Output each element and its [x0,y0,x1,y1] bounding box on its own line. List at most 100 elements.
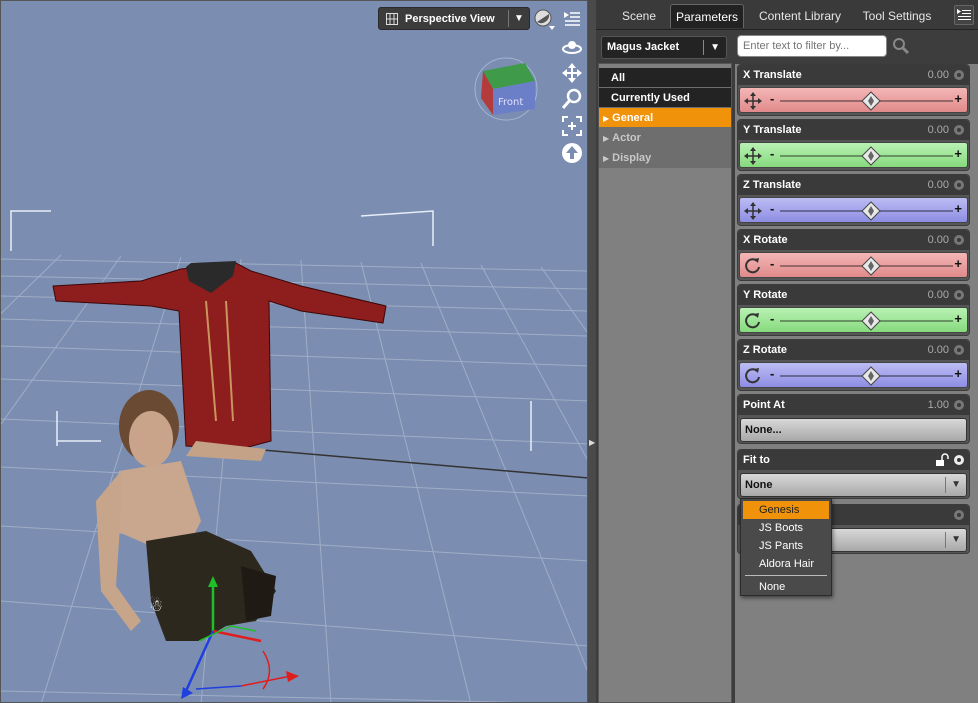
menu-item-js-pants[interactable]: JS Pants [741,537,831,555]
property-slider[interactable]: - + [739,307,968,333]
tab-content-library[interactable]: Content Library [752,4,848,28]
property-slider[interactable]: - + [739,252,968,278]
property-label: X Rotate [743,234,788,246]
menu-item-js-boots[interactable]: JS Boots [741,519,831,537]
property-value[interactable]: 0.00 [928,230,949,250]
expand-arrow-icon: ▶ [603,114,610,123]
increment-button[interactable]: + [954,91,962,106]
rotate-icon [743,311,763,331]
property-value[interactable]: 0.00 [928,285,949,305]
decrement-button[interactable]: - [770,201,774,216]
viewport-3d[interactable]: ☃ Perspective View ▼ Front [0,0,588,703]
gear-icon[interactable] [952,68,966,82]
rotate-icon [743,366,763,386]
gear-icon[interactable] [952,453,966,467]
point-at-button[interactable]: None... [740,418,967,442]
slider-thumb[interactable] [861,256,881,276]
decrement-button[interactable]: - [770,146,774,161]
expand-arrow-icon: ▶ [603,154,610,163]
property-slider[interactable]: - + [739,87,968,113]
gear-icon[interactable] [952,398,966,412]
gear-icon[interactable] [952,508,966,522]
reset-view-icon[interactable] [560,141,584,165]
viewport-menu-icon[interactable] [560,7,584,31]
property-column: X Translate0.00-+Y Translate0.00-+Z Tran… [732,30,978,703]
property-x-rotate: X Rotate 0.00- + [737,229,970,281]
category-item-general[interactable]: ▶ General [599,108,731,128]
property-header: X Rotate 0.00 [738,230,969,250]
property-value[interactable]: 0.00 [928,65,949,85]
shading-sphere-icon[interactable] [532,7,556,31]
increment-button[interactable]: + [954,256,962,271]
slider-thumb[interactable] [861,201,881,221]
property-header: Point At 1.00 [738,395,969,415]
property-y-rotate: Y Rotate 0.00- + [737,284,970,336]
property-slider[interactable]: - + [739,142,968,168]
property-header: Z Translate 0.00 [738,175,969,195]
category-item-display[interactable]: ▶ Display [599,148,731,168]
property-y-translate: Y Translate 0.00- + [737,119,970,171]
view-selector[interactable]: Perspective View ▼ [378,7,530,30]
gear-icon[interactable] [952,233,966,247]
tab-scene[interactable]: Scene [614,4,664,28]
slider-thumb[interactable] [861,366,881,386]
expand-arrow-icon: ▶ [603,134,610,143]
category-item-all[interactable]: All [599,68,731,88]
tab-tool-settings[interactable]: Tool Settings [854,4,940,28]
menu-item-genesis[interactable]: Genesis [743,501,829,519]
increment-button[interactable]: + [954,201,962,216]
decrement-button[interactable]: - [770,366,774,381]
category-item-currently-used[interactable]: Currently Used [599,88,731,108]
property-value[interactable]: 0.00 [928,340,949,360]
property-value[interactable]: 0.00 [928,120,949,140]
fit-to-select[interactable]: None ▼ [740,473,967,497]
property-point-at: Point At 1.00 None... [737,394,970,444]
pane-menu-icon[interactable] [954,5,974,25]
frame-icon[interactable] [560,114,584,138]
zoom-icon[interactable] [560,87,584,111]
fit-to-dropdown-menu: Genesis JS Boots JS Pants Aldora Hair No… [740,498,832,596]
category-item-actor[interactable]: ▶ Actor [599,128,731,148]
slider-thumb[interactable] [861,146,881,166]
filter-input[interactable] [737,35,887,57]
slider-thumb[interactable] [861,91,881,111]
property-label: X Translate [743,69,802,81]
property-list[interactable]: X Translate 0.00- + Y Translate 0.00- + Z Tran… [735,64,978,703]
splitter-arrow-icon: ▶ [589,438,596,447]
gear-icon[interactable] [952,288,966,302]
view-cube[interactable]: Front [473,53,543,123]
property-label: Y Rotate [743,289,788,301]
property-label: Z Translate [743,179,802,191]
property-label: Fit to [743,454,770,466]
property-value: 1.00 [927,399,949,411]
menu-item-none[interactable]: None [741,578,831,596]
node-selector[interactable]: Magus Jacket ▼ [601,36,727,59]
property-label: Y Translate [743,124,802,136]
increment-button[interactable]: + [954,146,962,161]
property-value[interactable]: 0.00 [928,175,949,195]
property-slider[interactable]: - + [739,362,968,388]
decrement-button[interactable]: - [770,91,774,106]
view-selector-label: Perspective View [405,12,495,25]
slider-thumb[interactable] [861,311,881,331]
gear-icon[interactable] [952,343,966,357]
increment-button[interactable]: + [954,366,962,381]
unlock-icon[interactable] [935,453,949,467]
tab-parameters[interactable]: Parameters [670,4,744,28]
gear-icon[interactable] [952,123,966,137]
pan-icon[interactable] [560,61,584,85]
chevron-down-icon: ▼ [951,534,961,545]
decrement-button[interactable]: - [770,256,774,271]
search-icon[interactable] [892,37,912,57]
increment-button[interactable]: + [954,311,962,326]
svg-text:☃: ☃ [149,596,163,615]
chevron-down-icon: ▼ [951,479,961,490]
menu-item-aldora-hair[interactable]: Aldora Hair [741,555,831,573]
gear-icon[interactable] [952,178,966,192]
orbit-icon[interactable] [560,35,584,59]
view-cube-face: Front [498,97,523,108]
decrement-button[interactable]: - [770,311,774,326]
property-slider[interactable]: - + [739,197,968,223]
pane-splitter[interactable]: ▶ [588,0,596,703]
property-header: Z Rotate 0.00 [738,340,969,360]
